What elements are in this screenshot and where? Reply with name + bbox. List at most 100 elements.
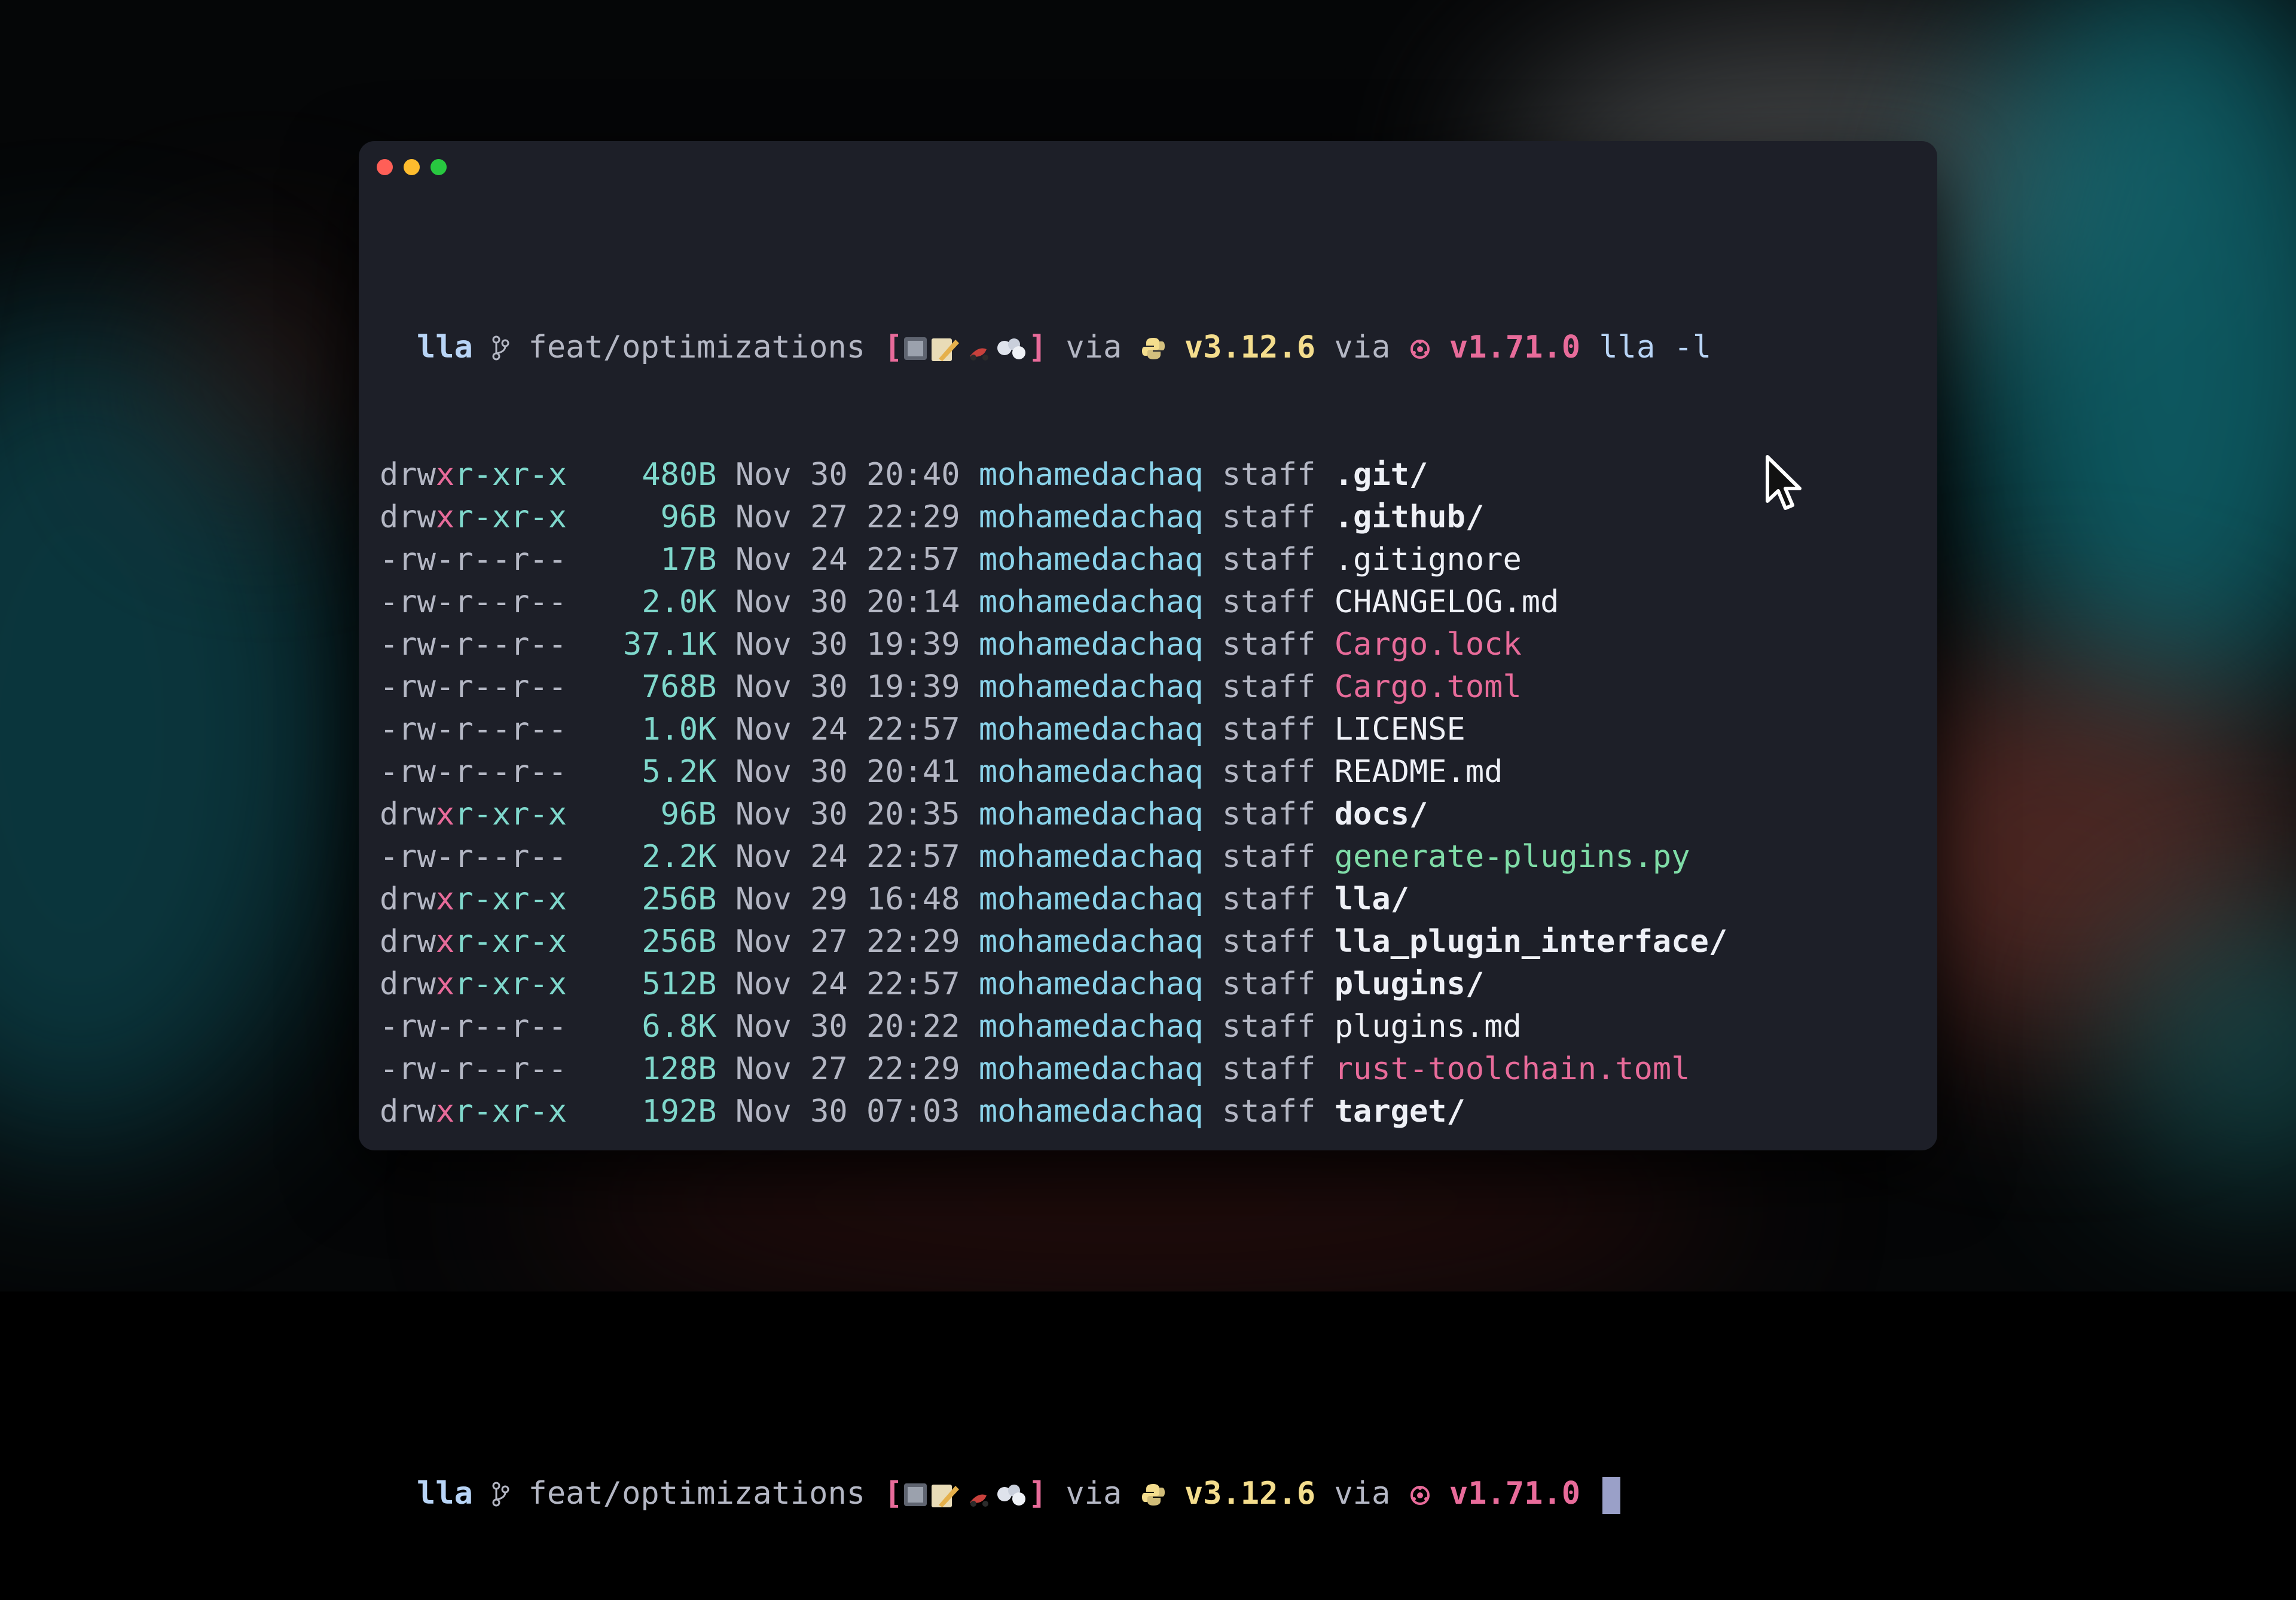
permissions: -rw-r--r--: [380, 712, 567, 747]
listing-row: -rw-r--r-- 37.1K Nov 30 19:39 mohamedach…: [380, 624, 1727, 666]
modified-date: Nov 30 20:35: [735, 796, 960, 832]
file-size: 2.2K: [642, 839, 717, 875]
owner: mohamedachaq: [978, 839, 1204, 875]
permissions: drwxr-xr-x: [380, 924, 567, 960]
file-name[interactable]: docs/: [1335, 796, 1428, 832]
file-name[interactable]: .git/: [1335, 457, 1428, 493]
listing-row: -rw-r--r-- 2.0K Nov 30 20:14 mohamedacha…: [380, 581, 1727, 624]
file-name[interactable]: CHANGELOG.md: [1335, 584, 1559, 620]
owner: mohamedachaq: [978, 966, 1204, 1002]
group: staff: [1222, 712, 1316, 747]
modified-date: Nov 30 20:40: [735, 457, 960, 493]
group: staff: [1222, 754, 1316, 790]
file-name[interactable]: generate-plugins.py: [1335, 839, 1690, 875]
file-size: 2.0K: [642, 584, 717, 620]
modified-date: Nov 30 19:39: [735, 669, 960, 705]
file-size: 1.0K: [642, 712, 717, 747]
group: staff: [1222, 669, 1316, 705]
owner: mohamedachaq: [978, 542, 1204, 578]
owner: mohamedachaq: [978, 584, 1204, 620]
file-name[interactable]: lla_plugin_interface/: [1335, 924, 1727, 960]
window-controls: [377, 159, 447, 175]
modified-date: Nov 30 20:41: [735, 754, 960, 790]
modified-date: Nov 30 20:22: [735, 1009, 960, 1045]
close-button[interactable]: [377, 159, 393, 175]
file-size: 480B: [642, 457, 717, 493]
terminal-window[interactable]: lla feat/optimizations [] via v3.12.6 vi…: [359, 141, 1937, 1514]
file-name[interactable]: target/: [1335, 1094, 1465, 1129]
minimize-button[interactable]: [404, 159, 420, 175]
file-size: 5.2K: [642, 754, 717, 790]
python-icon: [1141, 1484, 1165, 1506]
file-name[interactable]: README.md: [1335, 754, 1503, 790]
owner: mohamedachaq: [978, 457, 1204, 493]
file-name[interactable]: .github/: [1335, 499, 1484, 535]
listing-row: drwxr-xr-x 96B Nov 27 22:29 mohamedachaq…: [380, 496, 1727, 539]
listing-row: -rw-r--r-- 5.2K Nov 30 20:41 mohamedacha…: [380, 751, 1727, 793]
file-name[interactable]: .gitignore: [1335, 542, 1522, 578]
file-name[interactable]: plugins.md: [1335, 1009, 1522, 1045]
permissions: drwxr-xr-x: [380, 1094, 567, 1129]
group: staff: [1222, 1009, 1316, 1045]
permissions: -rw-r--r--: [380, 1051, 567, 1087]
owner: mohamedachaq: [978, 1094, 1204, 1129]
git-branch-icon: [492, 335, 509, 361]
file-size: 17B: [660, 542, 717, 578]
file-name[interactable]: Cargo.lock: [1335, 627, 1522, 662]
listing-row: -rw-r--r-- 2.2K Nov 24 22:57 mohamedacha…: [380, 836, 1727, 878]
file-size: 192B: [642, 1094, 717, 1129]
owner: mohamedachaq: [978, 712, 1204, 747]
python-icon: [1141, 338, 1165, 359]
rust-icon: [1410, 340, 1430, 359]
file-name[interactable]: LICENSE: [1335, 712, 1465, 747]
modified-date: Nov 24 22:57: [735, 542, 960, 578]
rust-icon: [1410, 1486, 1430, 1505]
maximize-button[interactable]: [430, 159, 447, 175]
modified-date: Nov 29 16:48: [735, 881, 960, 917]
permissions: drwxr-xr-x: [380, 499, 567, 535]
listing-row: drwxr-xr-x 256B Nov 29 16:48 mohamedacha…: [380, 878, 1727, 921]
modified-date: Nov 24 22:57: [735, 839, 960, 875]
modified-date: Nov 27 22:29: [735, 499, 960, 535]
modified-date: Nov 24 22:57: [735, 712, 960, 747]
file-size: 37.1K: [623, 627, 717, 662]
listing-row: drwxr-xr-x 192B Nov 30 07:03 mohamedacha…: [380, 1091, 1727, 1133]
listing-row: drwxr-xr-x 480B Nov 30 20:40 mohamedacha…: [380, 454, 1727, 496]
owner: mohamedachaq: [978, 669, 1204, 705]
permissions: drwxr-xr-x: [380, 881, 567, 917]
file-name[interactable]: Cargo.toml: [1335, 669, 1522, 705]
permissions: -rw-r--r--: [380, 1009, 567, 1045]
file-name[interactable]: lla/: [1335, 881, 1409, 917]
python-version: v3.12.6: [1184, 329, 1316, 365]
permissions: -rw-r--r--: [380, 584, 567, 620]
file-size: 768B: [642, 669, 717, 705]
git-status-icons: [903, 337, 1025, 361]
permissions: -rw-r--r--: [380, 542, 567, 578]
listing-row: drwxr-xr-x 256B Nov 27 22:29 mohamedacha…: [380, 921, 1727, 963]
modified-date: Nov 30 19:39: [735, 627, 960, 662]
modified-date: Nov 27 22:29: [735, 1051, 960, 1087]
owner: mohamedachaq: [978, 1051, 1204, 1087]
text-cursor[interactable]: [1602, 1477, 1621, 1514]
file-name[interactable]: plugins/: [1335, 966, 1484, 1002]
listing-row: -rw-r--r-- 1.0K Nov 24 22:57 mohamedacha…: [380, 709, 1727, 751]
listing-row: -rw-r--r-- 768B Nov 30 19:39 mohamedacha…: [380, 666, 1727, 709]
file-name[interactable]: rust-toolchain.toml: [1335, 1051, 1690, 1087]
prompt-line-active[interactable]: lla feat/optimizations [] via v3.12.6 vi…: [380, 1473, 1727, 1515]
owner: mohamedachaq: [978, 754, 1204, 790]
permissions: -rw-r--r--: [380, 627, 567, 662]
listing-row: -rw-r--r-- 128B Nov 27 22:29 mohamedacha…: [380, 1048, 1727, 1091]
owner: mohamedachaq: [978, 881, 1204, 917]
group: staff: [1222, 1051, 1316, 1087]
file-size: 512B: [642, 966, 717, 1002]
permissions: drwxr-xr-x: [380, 457, 567, 493]
group: staff: [1222, 924, 1316, 960]
terminal-output[interactable]: lla feat/optimizations [] via v3.12.6 vi…: [380, 242, 1727, 1600]
group: staff: [1222, 584, 1316, 620]
owner: mohamedachaq: [978, 627, 1204, 662]
git-branch: feat/optimizations: [528, 329, 866, 365]
group: staff: [1222, 542, 1316, 578]
command-text: lla -l: [1599, 329, 1712, 365]
group: staff: [1222, 1094, 1316, 1129]
modified-date: Nov 30 07:03: [735, 1094, 960, 1129]
